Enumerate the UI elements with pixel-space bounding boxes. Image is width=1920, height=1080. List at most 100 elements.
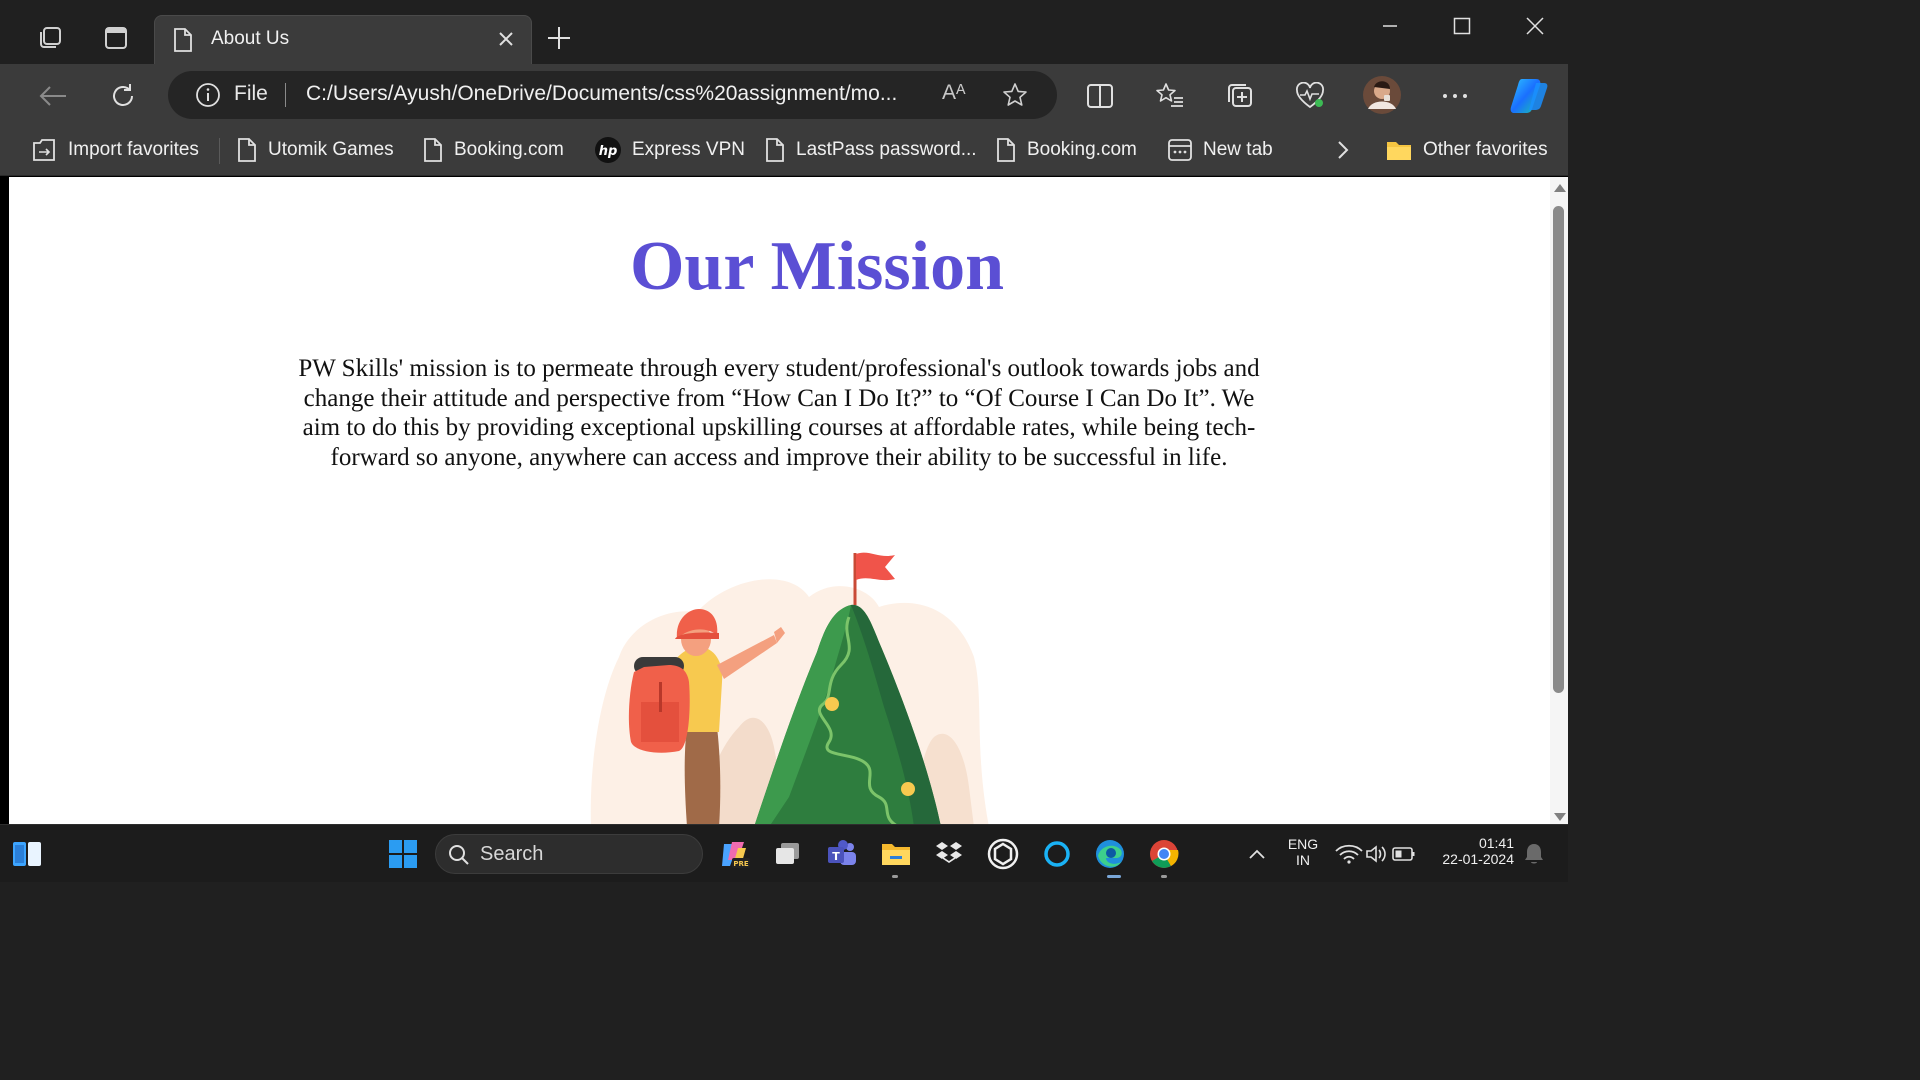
address-bar[interactable]: File C:/Users/Ayush/OneDrive/Documents/c… xyxy=(168,71,1057,119)
favorite-label: New tab xyxy=(1203,139,1273,160)
copilot-icon xyxy=(1510,79,1548,113)
favorite-new-tab[interactable]: New tab xyxy=(1167,134,1273,166)
favorite-utomik-games[interactable]: Utomik Games xyxy=(236,134,394,166)
web-page: Our Mission PW Skills' mission is to per… xyxy=(9,177,1550,824)
info-icon[interactable] xyxy=(196,83,220,107)
region-label: IN xyxy=(1296,852,1310,868)
favorite-label: Utomik Games xyxy=(268,139,394,160)
settings-more-button[interactable] xyxy=(1437,78,1473,114)
scroll-up-arrow-icon[interactable] xyxy=(1554,184,1566,192)
close-window-button[interactable] xyxy=(1515,10,1555,42)
favorites-list-icon xyxy=(1156,83,1183,107)
divider xyxy=(219,138,220,164)
hp-logo-icon: hp xyxy=(595,137,621,163)
scrollbar-thumb[interactable] xyxy=(1553,206,1564,693)
svg-text:T: T xyxy=(832,850,840,863)
favorite-label: LastPass password... xyxy=(796,139,977,160)
split-screen-button[interactable] xyxy=(1082,78,1118,114)
tab-about-us[interactable]: About Us xyxy=(154,15,532,65)
windows-logo-icon xyxy=(389,840,417,868)
task-view-icon xyxy=(776,843,799,864)
folder-icon xyxy=(1387,142,1411,160)
workspaces-icon[interactable] xyxy=(34,22,66,54)
collections-button[interactable] xyxy=(1222,78,1258,114)
favorite-express-vpn[interactable]: hp Express VPN xyxy=(594,134,745,166)
favorite-label: Import favorites xyxy=(68,139,199,160)
tab-title: About Us xyxy=(211,28,290,49)
cortana-app[interactable] xyxy=(1040,837,1074,871)
close-icon xyxy=(1526,17,1544,35)
browser-essentials-button[interactable] xyxy=(1292,78,1328,114)
refresh-icon xyxy=(113,84,133,106)
favorite-import[interactable]: Import favorites xyxy=(30,134,199,166)
running-app-indicator xyxy=(892,875,898,878)
plus-icon xyxy=(548,27,570,49)
clock[interactable]: 01:41 22-01-2024 xyxy=(1428,835,1526,867)
task-view-app[interactable] xyxy=(771,837,805,871)
dropbox-app[interactable] xyxy=(932,837,966,871)
new-tab-button[interactable] xyxy=(543,22,575,54)
hiker-mountain-illustration xyxy=(590,552,989,824)
edge-icon xyxy=(1096,840,1124,868)
refresh-button[interactable] xyxy=(105,78,141,114)
widgets-button[interactable] xyxy=(10,837,44,871)
copilot-button[interactable] xyxy=(1508,75,1550,115)
page-icon xyxy=(174,28,192,52)
edge-app[interactable] xyxy=(1093,837,1127,871)
other-favorites-folder[interactable]: Other favorites xyxy=(1385,134,1548,166)
page-icon xyxy=(997,138,1015,162)
taskbar-search[interactable]: Search xyxy=(435,834,703,874)
favorite-booking-2[interactable]: Booking.com xyxy=(995,134,1137,166)
page-title: Our Mission xyxy=(629,228,1005,305)
url-text[interactable]: C:/Users/Ayush/OneDrive/Documents/css%20… xyxy=(306,82,897,106)
favorites-bar: Import favorites Utomik Games Booking.co… xyxy=(0,126,1568,176)
clock-time: 01:41 xyxy=(1478,835,1514,851)
mission-paragraph: PW Skills' mission is to permeate throug… xyxy=(298,355,1260,471)
favorite-booking[interactable]: Booking.com xyxy=(422,134,564,166)
file-explorer-app[interactable] xyxy=(879,837,913,871)
page-icon xyxy=(424,138,442,162)
maximize-icon xyxy=(1453,17,1471,35)
folder-icon xyxy=(882,844,910,865)
favorite-label: Express VPN xyxy=(632,139,745,160)
widgets-icon xyxy=(13,842,41,866)
svg-text:hp: hp xyxy=(599,144,618,159)
dropbox-icon xyxy=(936,842,962,863)
wifi-icon xyxy=(1335,844,1363,864)
maximize-button[interactable] xyxy=(1442,10,1482,42)
bell-icon xyxy=(1525,844,1543,864)
battery-icon xyxy=(1392,847,1415,861)
chatgpt-app[interactable] xyxy=(986,837,1020,871)
notifications-button[interactable] xyxy=(1520,837,1548,871)
profile-avatar[interactable] xyxy=(1362,75,1402,115)
favorites-button[interactable] xyxy=(1152,78,1188,114)
favorite-lastpass[interactable]: LastPass password... xyxy=(764,134,977,166)
vertical-tabs-icon[interactable] xyxy=(100,22,132,54)
favorite-star-icon[interactable] xyxy=(1002,82,1028,108)
input-language[interactable]: ENG IN xyxy=(1284,836,1322,868)
chrome-app[interactable] xyxy=(1147,837,1181,871)
close-tab-icon[interactable] xyxy=(495,28,517,50)
running-app-indicator xyxy=(1161,875,1167,878)
minimize-icon xyxy=(1383,25,1397,27)
hidden-icons-button[interactable] xyxy=(1240,837,1274,871)
page-scrollbar[interactable] xyxy=(1550,177,1568,824)
favorites-overflow-button[interactable] xyxy=(1333,134,1353,166)
start-button[interactable] xyxy=(386,837,420,871)
scroll-down-arrow-icon[interactable] xyxy=(1554,813,1566,821)
read-aloud-icon[interactable]: Aᴬ xyxy=(942,81,966,105)
page-icon xyxy=(238,138,256,162)
chrome-icon xyxy=(1150,840,1179,868)
divider xyxy=(285,83,286,107)
favorite-label: Booking.com xyxy=(1027,139,1137,160)
svg-text:PRE: PRE xyxy=(733,860,749,868)
back-button[interactable] xyxy=(35,78,71,114)
active-app-indicator xyxy=(1107,875,1121,878)
minimize-button[interactable] xyxy=(1370,10,1410,42)
language-label: ENG xyxy=(1287,836,1319,852)
tab-bar: About Us xyxy=(0,0,1568,65)
copilot-preview-app[interactable]: PRE xyxy=(717,837,751,871)
teams-app[interactable]: T xyxy=(825,837,859,871)
quick-settings[interactable] xyxy=(1333,837,1419,871)
chevron-up-icon xyxy=(1249,849,1265,859)
